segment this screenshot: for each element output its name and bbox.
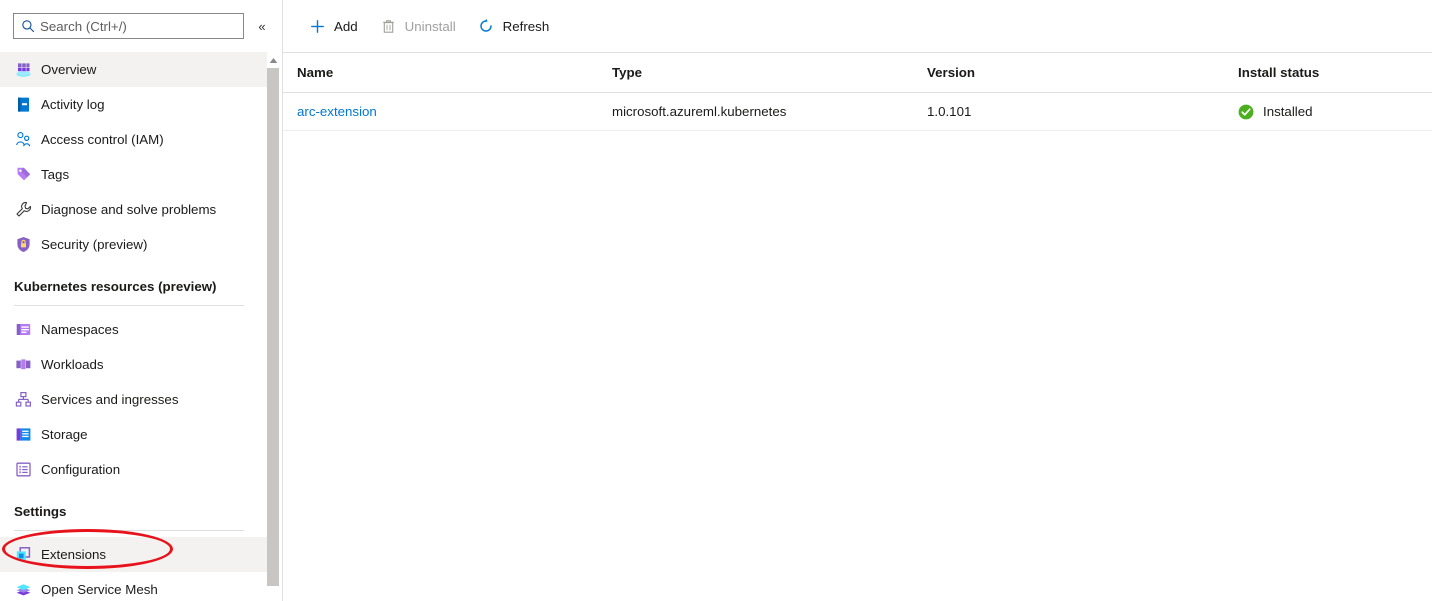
- sidebar-group-divider: [14, 305, 244, 306]
- tag-icon: [14, 165, 33, 184]
- table-row[interactable]: arc-extension microsoft.azureml.kubernet…: [283, 93, 1432, 131]
- resource-sidebar: «: [0, 0, 283, 601]
- sidebar-item-label: Activity log: [41, 95, 105, 114]
- activity-log-icon: [14, 95, 33, 114]
- collapse-sidebar-button[interactable]: «: [249, 13, 275, 39]
- azure-portal-extensions-page: «: [0, 0, 1432, 601]
- sidebar-item-namespaces[interactable]: Namespaces: [0, 312, 268, 347]
- main-content: Add Uninstall: [283, 0, 1432, 601]
- cell-type: microsoft.azureml.kubernetes: [612, 104, 927, 119]
- sidebar-item-open-service-mesh[interactable]: Open Service Mesh: [0, 572, 268, 601]
- uninstall-button[interactable]: Uninstall: [371, 10, 465, 42]
- extensions-icon: [14, 545, 33, 564]
- sidebar-search-row: «: [0, 0, 282, 52]
- extension-name-link[interactable]: arc-extension: [297, 104, 377, 119]
- sidebar-item-configuration[interactable]: Configuration: [0, 452, 268, 487]
- refresh-icon: [478, 18, 495, 35]
- sidebar-item-workloads[interactable]: Workloads: [0, 347, 268, 382]
- green-check-circle-icon: [1238, 104, 1254, 120]
- sidebar-group-settings: Settings: [0, 487, 268, 531]
- sidebar-item-diagnose[interactable]: Diagnose and solve problems: [0, 192, 268, 227]
- column-header-type[interactable]: Type: [612, 65, 927, 80]
- table-header-row: Name Type Version Install status: [283, 53, 1432, 93]
- search-box[interactable]: [13, 13, 244, 39]
- sidebar-item-label: Diagnose and solve problems: [41, 200, 216, 219]
- sidebar-item-tags[interactable]: Tags: [0, 157, 268, 192]
- workloads-icon: [14, 355, 33, 374]
- refresh-button-label: Refresh: [503, 19, 550, 34]
- sidebar-item-label: Storage: [41, 425, 88, 444]
- cell-name: arc-extension: [297, 104, 612, 119]
- sidebar-group-divider: [14, 530, 244, 531]
- sidebar-scrollbar[interactable]: [267, 53, 279, 601]
- sidebar-item-services-and-ingresses[interactable]: Services and ingresses: [0, 382, 268, 417]
- sidebar-group-title: Settings: [14, 503, 268, 521]
- shield-lock-icon: [14, 235, 33, 254]
- sidebar-item-overview[interactable]: Overview: [0, 52, 268, 87]
- status-label: Installed: [1263, 104, 1313, 119]
- sidebar-item-label: Access control (IAM): [41, 130, 164, 149]
- services-ingresses-icon: [14, 390, 33, 409]
- sidebar-item-label: Tags: [41, 165, 69, 184]
- sidebar-item-label: Namespaces: [41, 320, 119, 339]
- cell-install-status: Installed: [1238, 104, 1432, 120]
- plus-icon: [309, 18, 326, 35]
- access-control-people-icon: [14, 130, 33, 149]
- sidebar-nav-scroll-region: Overview Activity log: [0, 52, 283, 601]
- scroll-up-arrow-icon[interactable]: [267, 53, 279, 67]
- sidebar-item-label: Configuration: [41, 460, 120, 479]
- storage-icon: [14, 425, 33, 444]
- kubernetes-cluster-icon: [14, 60, 33, 79]
- column-header-install-status[interactable]: Install status: [1238, 65, 1432, 80]
- sidebar-group-kubernetes-resources: Kubernetes resources (preview): [0, 262, 268, 306]
- sidebar-item-label: Services and ingresses: [41, 390, 178, 409]
- sidebar-nav-list: Overview Activity log: [0, 52, 268, 601]
- cell-version: 1.0.101: [927, 104, 1238, 119]
- extensions-table: Name Type Version Install status arc-ext…: [283, 53, 1432, 131]
- sidebar-group-title: Kubernetes resources (preview): [14, 278, 268, 296]
- uninstall-button-label: Uninstall: [405, 19, 456, 34]
- sidebar-item-extensions[interactable]: Extensions: [0, 537, 268, 572]
- refresh-button[interactable]: Refresh: [469, 10, 559, 42]
- column-header-version[interactable]: Version: [927, 65, 1238, 80]
- sidebar-item-security[interactable]: Security (preview): [0, 227, 268, 262]
- add-button-label: Add: [334, 19, 358, 34]
- sidebar-scrollbar-thumb[interactable]: [267, 68, 279, 586]
- sidebar-item-label: Open Service Mesh: [41, 580, 158, 599]
- add-button[interactable]: Add: [300, 10, 367, 42]
- sidebar-item-label: Security (preview): [41, 235, 147, 254]
- sidebar-item-label: Extensions: [41, 545, 106, 564]
- sidebar-item-activity-log[interactable]: Activity log: [0, 87, 268, 122]
- namespaces-icon: [14, 320, 33, 339]
- status-badge: Installed: [1238, 104, 1313, 120]
- sidebar-item-label: Workloads: [41, 355, 104, 374]
- configuration-icon: [14, 460, 33, 479]
- search-input[interactable]: [40, 19, 238, 34]
- open-service-mesh-icon: [14, 580, 33, 599]
- wrench-icon: [14, 200, 33, 219]
- sidebar-item-label: Overview: [41, 60, 96, 79]
- sidebar-item-access-control[interactable]: Access control (IAM): [0, 122, 268, 157]
- search-icon: [21, 19, 35, 33]
- trash-icon: [380, 18, 397, 35]
- column-header-name[interactable]: Name: [297, 65, 612, 80]
- command-toolbar: Add Uninstall: [283, 0, 1432, 53]
- sidebar-item-storage[interactable]: Storage: [0, 417, 268, 452]
